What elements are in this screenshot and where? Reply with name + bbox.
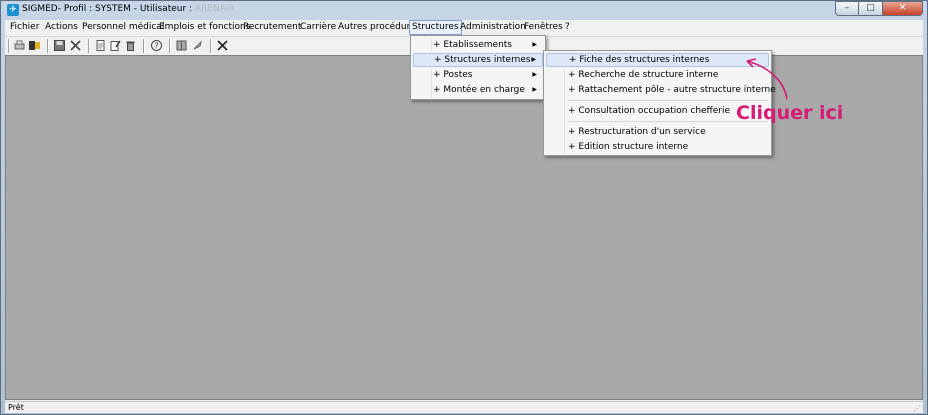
menu-item-label: + Etablissements — [433, 40, 512, 50]
menu-item-recherche-structure-interne[interactable]: + Recherche de structure interne — [546, 68, 769, 82]
sigmed-app-icon[interactable]: ✈ — [7, 4, 19, 16]
application-window: ✈ SIGMED- Profil : SYSTEM - Utilisateur … — [0, 0, 928, 415]
minimize-button[interactable]: – — [835, 1, 859, 16]
menu-emplois-fonctions[interactable]: Emplois et fonctions — [156, 20, 253, 35]
toolbar-separator — [143, 39, 145, 53]
toolbar-separator — [47, 39, 49, 53]
menu-help[interactable]: ? — [562, 20, 573, 35]
toolbar-separator — [8, 39, 10, 53]
print-icon[interactable] — [13, 39, 26, 52]
menu-fichier[interactable]: Fichier — [7, 20, 42, 35]
menu-item-rattachement-pole[interactable]: + Rattachement pôle - autre structure in… — [546, 83, 776, 97]
status-bar: Prêt ⋰ — [5, 401, 923, 413]
submenu-arrow-icon: ▶ — [532, 86, 537, 93]
window-title-text: SIGMED- Profil : SYSTEM - Utilisateur : — [22, 4, 193, 14]
edit-doc-icon[interactable] — [109, 39, 122, 52]
menu-item-label: + Structures internes — [434, 55, 531, 65]
submenu-arrow-icon: ▶ — [532, 41, 537, 48]
submenu-arrow-icon: ▶ — [532, 71, 537, 78]
menu-item-structures-internes[interactable]: + Structures internes ▶ — [413, 53, 543, 67]
structures-dropdown: + Etablissements ▶ + Structures internes… — [410, 35, 546, 100]
export-icon[interactable] — [28, 39, 41, 52]
book-icon[interactable] — [175, 39, 188, 52]
window-controls: – □ ✕ — [835, 1, 923, 16]
menu-administration[interactable]: Administration — [457, 20, 529, 35]
close-x-icon[interactable] — [216, 39, 229, 52]
menu-item-label: + Montée en charge — [433, 85, 525, 95]
menu-separator — [568, 100, 768, 101]
trash-icon[interactable] — [124, 39, 137, 52]
window-title: SIGMED- Profil : SYSTEM - Utilisateur : … — [22, 4, 235, 14]
menu-item-postes[interactable]: + Postes ▶ — [413, 68, 543, 82]
redacted-username: ARENAIR — [194, 4, 235, 14]
menu-item-restructuration-service[interactable]: + Restructuration d'un service — [546, 125, 769, 139]
delete-x-icon[interactable] — [69, 39, 82, 52]
menu-item-etablissements[interactable]: + Etablissements ▶ — [413, 38, 543, 52]
toolbar-separator — [210, 39, 212, 53]
status-text: Prêt — [8, 403, 24, 412]
menu-carriere[interactable]: Carrière — [297, 20, 339, 35]
menu-item-label: + Postes — [433, 70, 473, 80]
resize-grip-icon[interactable]: ⋰ — [913, 404, 922, 413]
maximize-button[interactable]: □ — [859, 1, 883, 16]
rocket-icon[interactable] — [191, 39, 204, 52]
svg-text:?: ? — [154, 42, 158, 51]
menu-recrutement[interactable]: Recrutement — [240, 20, 304, 35]
annotation-cliquer-ici: Cliquer ici — [736, 102, 844, 124]
menu-structures[interactable]: Structures — [409, 20, 462, 35]
title-bar[interactable]: ✈ SIGMED- Profil : SYSTEM - Utilisateur … — [1, 1, 927, 20]
submenu-arrow-icon: ▶ — [531, 56, 536, 63]
help-icon[interactable]: ? — [150, 39, 163, 52]
menu-fenetres[interactable]: Fenêtres — [521, 20, 566, 35]
menu-personnel-medical[interactable]: Personnel médical — [79, 20, 167, 35]
save-icon[interactable] — [53, 39, 66, 52]
annotation-arrow-icon — [746, 58, 788, 100]
close-button[interactable]: ✕ — [883, 1, 923, 16]
toolbar-separator — [88, 39, 90, 53]
toolbar-separator — [169, 39, 171, 53]
menu-item-montee-en-charge[interactable]: + Montée en charge ▶ — [413, 83, 543, 97]
menu-item-fiche-structures-internes[interactable]: + Fiche des structures internes — [546, 53, 769, 67]
new-doc-icon[interactable] — [94, 39, 107, 52]
menu-item-edition-structure-interne[interactable]: + Edition structure interne — [546, 140, 769, 154]
menu-bar: Fichier Actions Personnel médical Emploi… — [5, 20, 923, 36]
menu-actions[interactable]: Actions — [42, 20, 81, 35]
